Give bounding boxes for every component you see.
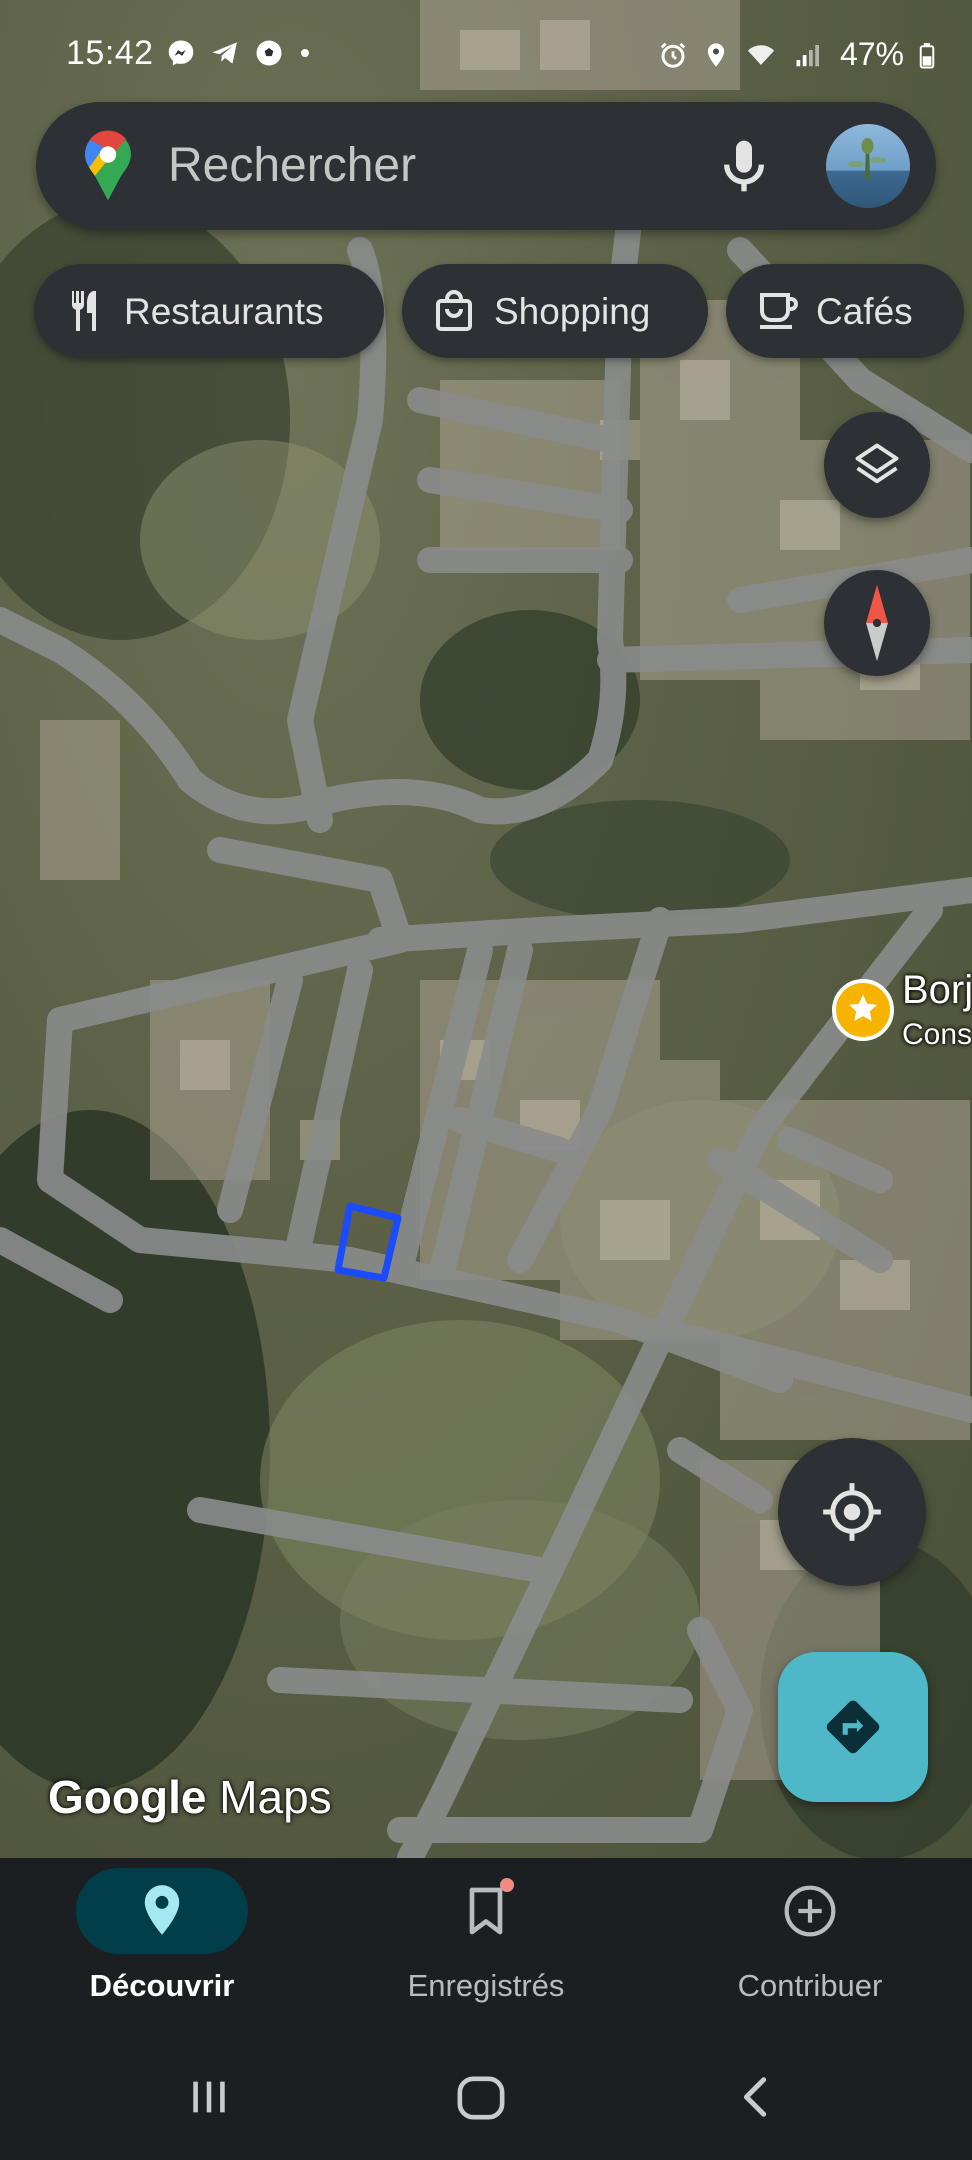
tab-contribute[interactable]: Contribuer xyxy=(648,1858,972,2038)
google-maps-watermark: Google Maps xyxy=(48,1770,332,1824)
tab-saved-label: Enregistrés xyxy=(407,1968,565,2003)
add-circle-icon xyxy=(784,1885,836,1937)
compass-icon xyxy=(866,584,888,662)
chip-shopping-label: Shopping xyxy=(494,291,651,332)
chip-cafes-label: Cafés xyxy=(816,291,913,332)
microphone-icon[interactable] xyxy=(712,134,776,198)
back-icon[interactable] xyxy=(736,2074,776,2120)
bookmark-icon xyxy=(469,1887,503,1935)
my-location-button[interactable] xyxy=(778,1438,926,1586)
signal-icon xyxy=(796,44,819,66)
chip-shopping[interactable]: Shopping xyxy=(402,264,708,358)
recent-apps-icon[interactable] xyxy=(186,2074,232,2120)
soccer-ball-icon xyxy=(256,40,282,66)
alarm-icon xyxy=(660,42,686,68)
explore-pin-icon xyxy=(144,1885,180,1935)
home-icon[interactable] xyxy=(456,2074,506,2122)
profile-avatar[interactable] xyxy=(826,124,910,208)
tab-discover-label: Découvrir xyxy=(89,1968,235,2003)
fork-knife-icon xyxy=(72,291,96,331)
place-name[interactable]: Borj xyxy=(902,968,972,1013)
system-status-icons: 47% xyxy=(658,36,936,73)
avatar-photo xyxy=(848,138,886,180)
search-bar[interactable]: Rechercher xyxy=(36,102,936,230)
compass-button[interactable] xyxy=(824,570,930,676)
tab-discover[interactable]: Découvrir xyxy=(0,1858,324,2038)
coffee-cup-icon xyxy=(760,293,798,329)
system-navigation-bar xyxy=(0,2038,972,2160)
status-bar: 15:42 47% xyxy=(0,0,972,100)
my-location-icon xyxy=(823,1483,881,1541)
chip-restaurants-label: Restaurants xyxy=(124,291,324,332)
layers-button[interactable] xyxy=(824,412,930,518)
bottom-navigation: Découvrir Enregistrés Contribuer xyxy=(0,1858,972,2038)
status-time: 15:42 xyxy=(66,34,154,72)
watermark-brand: Google xyxy=(48,1771,207,1823)
notification-dot xyxy=(500,1878,514,1892)
place-marker[interactable] xyxy=(832,979,894,1041)
place-subtitle: Cons xyxy=(902,1018,972,1051)
google-maps-pin-icon xyxy=(85,130,131,201)
battery-icon xyxy=(919,42,935,68)
chip-restaurants[interactable]: Restaurants xyxy=(34,264,384,358)
shopping-bag-icon xyxy=(436,290,472,331)
directions-button[interactable] xyxy=(778,1652,928,1802)
tab-contribute-label: Contribuer xyxy=(737,1968,883,2003)
messenger-icon xyxy=(168,40,194,66)
directions-icon xyxy=(826,1700,880,1754)
notification-icons xyxy=(166,38,312,68)
dot-icon xyxy=(301,49,309,57)
battery-percentage: 47% xyxy=(839,36,904,72)
layers-icon xyxy=(855,443,899,484)
star-icon xyxy=(849,994,877,1022)
telegram-icon xyxy=(212,42,237,64)
chip-cafes[interactable]: Cafés xyxy=(726,264,964,358)
tab-saved[interactable]: Enregistrés xyxy=(324,1858,648,2038)
search-input[interactable]: Rechercher xyxy=(168,138,416,193)
location-icon xyxy=(707,42,725,67)
watermark-product: Maps xyxy=(219,1771,332,1823)
wifi-icon xyxy=(747,44,775,65)
